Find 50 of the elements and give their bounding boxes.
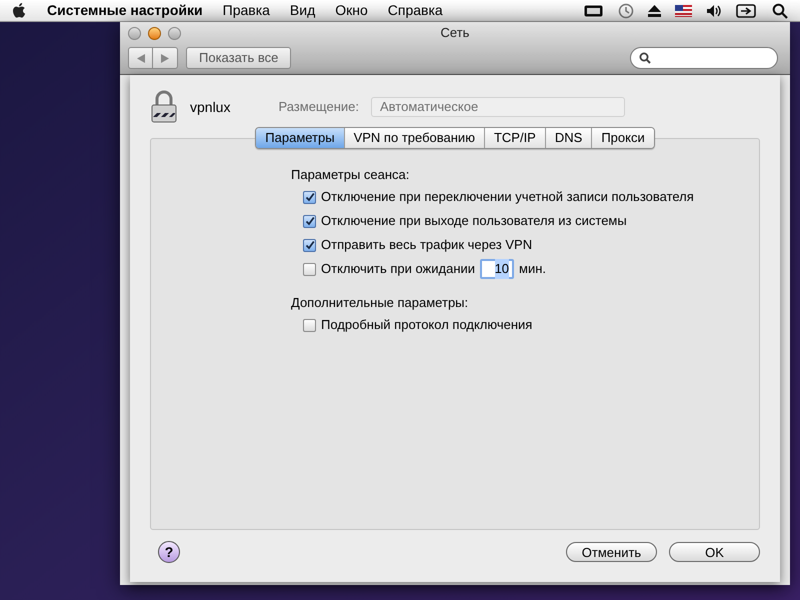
tab[interactable]: VPN по требованию (344, 128, 484, 148)
minimize-button[interactable] (148, 26, 161, 40)
tab[interactable]: DNS (544, 128, 592, 148)
cancel-button[interactable]: Отменить (566, 542, 657, 562)
show-all-button[interactable]: Показать все (186, 47, 292, 69)
search-icon (639, 52, 651, 64)
tab[interactable]: Параметры (256, 128, 344, 148)
padlock-icon[interactable] (150, 90, 178, 124)
option-label: Отключение при переключении учетной записи пользователя (321, 188, 694, 206)
app-menu[interactable]: Системные настройки (47, 0, 203, 21)
menu-item[interactable]: Вид (290, 0, 316, 21)
service-name: vpnlux (190, 98, 230, 117)
close-button[interactable] (128, 26, 141, 40)
location-dropdown[interactable]: Автоматическое (370, 97, 625, 117)
checkbox[interactable] (303, 238, 316, 252)
checkbox[interactable] (303, 190, 316, 204)
menu-item[interactable]: Окно (335, 0, 368, 21)
checkmark-icon (304, 240, 314, 250)
checkbox[interactable] (303, 262, 316, 276)
location-label: Размещение: (278, 98, 359, 116)
window-title: Сеть (440, 24, 470, 42)
tab[interactable]: TCP/IP (484, 128, 545, 148)
option-label: Отправить весь трафик через VPN (321, 236, 532, 254)
apple-logo-icon[interactable] (12, 2, 27, 19)
option-label: Отключить при ожидании (321, 260, 476, 278)
checkmark-icon (304, 192, 314, 202)
unit-label: мин. (519, 260, 546, 278)
menu-item[interactable]: Справка (388, 0, 443, 21)
zoom-button[interactable] (168, 26, 181, 40)
menu-item[interactable]: Правка (222, 0, 270, 21)
speaker-icon[interactable] (706, 4, 722, 18)
left-triangle-icon (136, 54, 144, 62)
option-label: Отключение при выходе пользователя из системы (321, 212, 627, 230)
group-heading: Дополнительные параметры: (291, 294, 470, 312)
eject-icon[interactable] (648, 4, 661, 16)
search-field[interactable] (630, 47, 778, 69)
flag-icon[interactable] (675, 4, 692, 16)
option-label: Подробный протокол подключения (321, 316, 532, 334)
checkbox[interactable] (303, 318, 316, 332)
group-heading: Параметры сеанса: (291, 166, 410, 184)
checkbox[interactable] (303, 214, 316, 228)
battery-icon[interactable] (584, 4, 604, 16)
right-triangle-icon (161, 54, 169, 62)
tab[interactable]: Прокси (591, 128, 654, 148)
clock-icon[interactable] (618, 2, 634, 18)
minutes-field[interactable]: 10 (480, 259, 514, 279)
ok-button[interactable]: OK (669, 542, 760, 562)
search-icon[interactable] (772, 2, 788, 18)
help-button[interactable]: ? (158, 541, 180, 563)
checkmark-icon (304, 216, 314, 226)
